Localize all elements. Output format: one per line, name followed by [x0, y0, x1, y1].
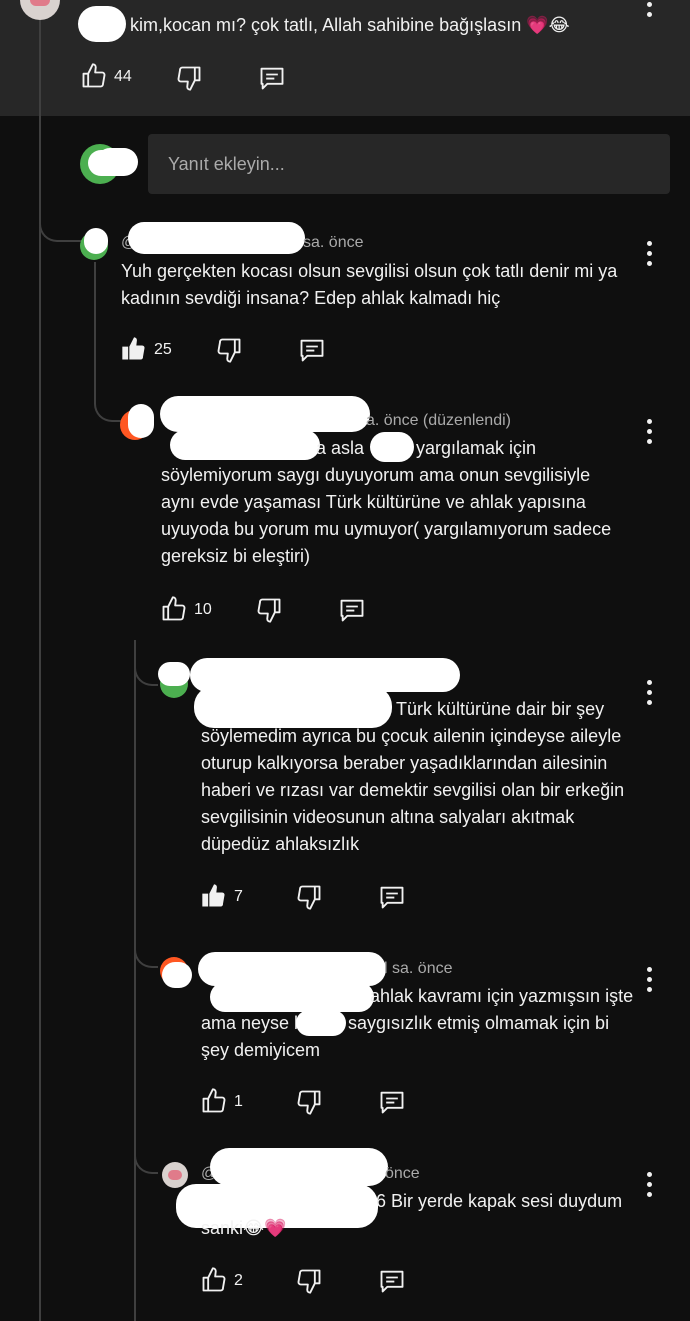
reply-more-menu[interactable] [647, 1172, 653, 1202]
like-icon[interactable] [200, 1266, 228, 1294]
reply-text-line: saygısızlık etmiş olmamak için bi [348, 1013, 610, 1033]
like-icon[interactable] [160, 595, 188, 623]
reply-text-line: söylemiyorum saygı duyuyorum ama onun se… [161, 465, 591, 485]
like-count: 1 [234, 1093, 243, 1110]
parent-comment-text: kim,kocan mı? çok tatlı, Allah sahibine … [130, 15, 570, 35]
reply-more-menu[interactable] [647, 680, 653, 710]
reply-more-menu[interactable] [647, 241, 653, 271]
redacted-name [296, 1010, 346, 1036]
redacted-username [160, 396, 370, 432]
reply-text-line: uyuyoda bu yorum mu uymuyor( yargılamıyo… [161, 519, 612, 539]
like-icon[interactable] [200, 1087, 228, 1115]
reply-text-line: söylemedim ayrıca bu çocuk ailenin içind… [201, 726, 622, 746]
like-count: 7 [234, 888, 243, 905]
reply-text-line: haberi ve rızası var demektir sevgilisi … [201, 780, 625, 800]
reply-timestamp: sa. önce [303, 234, 364, 251]
reply-text-line: düpedüz ahlaksızlık [201, 834, 360, 854]
thread-connector [134, 928, 158, 968]
like-icon-filled[interactable] [200, 882, 228, 910]
like-icon-filled[interactable] [120, 335, 148, 363]
redacted-username [210, 1148, 388, 1186]
thread-connector [39, 200, 85, 242]
reply-icon[interactable] [338, 596, 366, 624]
reply-text-line: aynı evde yaşaması Türk kültürüne ve ahl… [161, 492, 586, 512]
dislike-icon[interactable] [295, 883, 323, 911]
reply-text-line: gereksiz bi eleştiri) [161, 546, 311, 566]
redacted-username [128, 404, 154, 438]
dislike-icon[interactable] [295, 1088, 323, 1116]
like-count: 2 [234, 1272, 243, 1289]
redacted-username [96, 148, 138, 176]
reply-timestamp: önce [385, 1165, 420, 1182]
redacted-mention [210, 982, 374, 1012]
thread-connector [134, 640, 158, 686]
reply-text-line: ama neyse b [201, 1013, 305, 1033]
like-count: 10 [194, 601, 212, 618]
reply-more-menu[interactable] [647, 967, 653, 997]
reply-timestamp: a. önce (düzenlendi) [366, 412, 511, 429]
like-icon[interactable] [80, 62, 108, 90]
reply-avatar[interactable] [162, 1162, 188, 1188]
reply-thread-line [134, 640, 136, 1321]
reply-text-line: a asla [316, 438, 365, 458]
thread-connector [94, 380, 122, 422]
reply-text-line: 6 Bir yerde kapak sesi duydum [376, 1191, 623, 1211]
reply-icon[interactable] [298, 336, 326, 364]
reply-input[interactable]: Yanıt ekleyin... [148, 134, 670, 194]
reply-text-line: sanki😂💗 [201, 1218, 287, 1238]
redacted-username [158, 662, 190, 686]
redacted-username [162, 962, 192, 988]
dislike-icon[interactable] [295, 1267, 323, 1295]
reply-text-line: Türk kültürüne dair bir şey [396, 699, 605, 719]
redacted-username [78, 6, 126, 42]
reply-icon[interactable] [378, 883, 406, 911]
redacted-username [198, 952, 386, 986]
reply-icon[interactable] [378, 1267, 406, 1295]
redacted-username [128, 222, 305, 254]
dislike-icon[interactable] [215, 336, 243, 364]
thread-connector [134, 1134, 158, 1174]
parent-more-menu[interactable] [647, 2, 653, 22]
reply-icon[interactable] [258, 64, 286, 92]
like-count: 25 [154, 341, 172, 358]
reply-text-line: sevgilisinin videosunun altına salyaları… [201, 807, 575, 827]
reply-text-line: şey demiyicem [201, 1040, 321, 1060]
reply-icon[interactable] [378, 1088, 406, 1116]
dislike-icon[interactable] [255, 596, 283, 624]
like-count: 44 [114, 68, 132, 85]
reply-text-line: oturup kalkıyorsa beraber yaşadıklarında… [201, 753, 608, 773]
redacted-mention [170, 430, 320, 460]
redacted-username [84, 228, 108, 254]
dislike-icon[interactable] [175, 64, 203, 92]
reply-more-menu[interactable] [647, 419, 653, 449]
reply-timestamp: l sa. önce [384, 960, 453, 977]
reply-text-line: kadının sevdiği insana? Edep ahlak kalma… [121, 288, 501, 308]
reply-text-line: yargılamak için [416, 438, 537, 458]
reply-text-line: ahlak kavramı için yazmışsın işte [370, 986, 634, 1006]
redacted-name [370, 432, 414, 462]
redacted-mention [194, 686, 392, 728]
reply-thread-line [94, 262, 96, 382]
reply-text-line: Yuh gerçekten kocası olsun sevgilisi ols… [121, 261, 618, 281]
